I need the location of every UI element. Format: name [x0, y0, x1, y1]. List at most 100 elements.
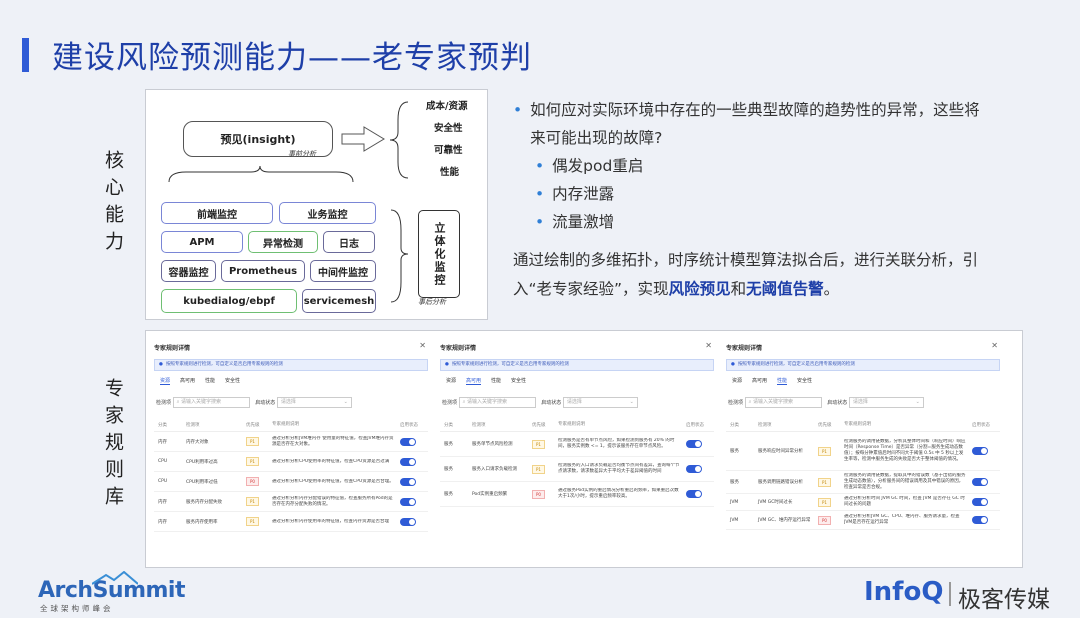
col-header: 优先级 [246, 423, 260, 428]
bullet-sub-text: 流量激增 [552, 213, 615, 231]
table-row: JVM JVM GC时间过长 P1 通过分析分析时间 JVM GC 时间，检查 JVM… [726, 494, 1000, 511]
info-icon: ● [731, 362, 735, 367]
status-label: 启动状态 [541, 400, 562, 406]
box-label: 容器监控 [168, 267, 209, 279]
highlight-threshold-free-alert: 无阈值告警 [746, 280, 824, 298]
search-placeholder: 请输入关键字搜索 [753, 399, 794, 405]
core-capability-label: 核心能力 [100, 150, 124, 258]
search-placeholder: 请输入关键字搜索 [181, 399, 222, 405]
tab-item[interactable]: 安全性 [511, 377, 526, 384]
search-input[interactable]: ⌕ 请输入关键字搜索 [744, 397, 822, 408]
box-label: 中间件监控 [318, 267, 368, 279]
bullet-sub-1: • 偶发pod重启 [513, 152, 993, 180]
col-header: 专家规则说明 [558, 422, 585, 427]
box-label: 前端监控 [197, 209, 237, 221]
search-input[interactable]: ⌕ 请输入关键字搜索 [172, 397, 250, 408]
rules-panel: 专家规则详情 ✕ ● 按照专家规则进行检测，可自定义是否启用专家规则的检测资源 高可用 性… [722, 337, 1004, 561]
status-select[interactable]: 请选择 ⌄ [562, 397, 638, 408]
box-label: servicemesh [303, 295, 375, 307]
search-input[interactable]: ⌕ 请输入关键字搜索 [458, 397, 536, 408]
col-header: 启用状态 [686, 423, 704, 428]
enable-toggle[interactable] [972, 478, 988, 486]
close-icon[interactable]: ✕ [419, 341, 426, 350]
enable-toggle[interactable] [972, 447, 988, 455]
anomaly-detection-box: 异常检测 [248, 231, 318, 253]
enable-toggle[interactable] [686, 440, 702, 448]
enable-toggle[interactable] [400, 457, 416, 466]
panel-title: 专家规则详情 [726, 345, 763, 352]
tab-item[interactable]: 高可用 [466, 377, 482, 385]
bullet-sub-text: 偶发pod重启 [552, 157, 644, 175]
page-title: 建设风险预测能力——老专家预判 [52, 40, 532, 76]
filter-row: 检测项 ⌕ 请输入关键字搜索 启动状态 请选择 ⌄ [728, 397, 998, 408]
info-text: 按照专家规则进行检测，可自定义是否启用专家规则的检测 [737, 362, 855, 367]
tab-item[interactable]: 高可用 [180, 377, 195, 384]
archsummit-subtitle: 全球架构师峰会 [40, 604, 114, 613]
enable-toggle[interactable] [400, 497, 416, 506]
close-icon[interactable]: ✕ [991, 341, 998, 350]
tab-item[interactable]: 性能 [491, 377, 501, 384]
cell-item: 服务单节点风险检测 [472, 442, 513, 447]
priority-badge: P1 [818, 477, 831, 487]
filter-row: 检测项 ⌕ 请输入关键字搜索 启动状态 请选择 ⌄ [156, 397, 426, 408]
bullet-main: • 如何应对实际环境中存在的一些典型故障的趋势性的异常，这些将来可能出现的故障? [513, 96, 993, 152]
bullet-sub-2: • 内存泄露 [513, 180, 993, 208]
enable-toggle[interactable] [400, 437, 416, 446]
tab-item[interactable]: 性能 [205, 377, 215, 384]
priority-badge: P1 [532, 439, 545, 449]
tab-bar: 资源 高可用 性能 安全性 [160, 377, 250, 385]
log-box: 日志 [323, 231, 375, 253]
cell-description: 通过分析分析内存使用率的特征值，检查内存资源是否合理 [272, 518, 389, 524]
cell-category: 服务 [444, 442, 453, 447]
enable-toggle[interactable] [400, 517, 416, 526]
tab-item[interactable]: 资源 [160, 377, 171, 385]
status-select[interactable]: 请选择 ⌄ [276, 397, 352, 408]
cell-item: 服务入口请求负载检测 [472, 467, 517, 472]
enable-toggle[interactable] [972, 498, 988, 506]
expert-rules-screenshots: 专家规则详情 ✕ ● 按照专家规则进行检测，可自定义是否启用专家规则的检测 资源 高可用性… [145, 330, 1023, 568]
logo-divider [949, 582, 951, 606]
info-text: 按照专家规则进行检测，可自定义是否启用专家规则的检测 [451, 362, 569, 367]
col-header: 启用状态 [972, 423, 990, 428]
rules-panel: 专家规则详情 ✕ ● 按照专家规则进行检测，可自定义是否启用专家规则的检测 资源 高可用 性… [436, 337, 718, 561]
enable-toggle[interactable] [972, 516, 988, 524]
tab-item[interactable]: 资源 [446, 377, 456, 384]
priority-badge: P1 [246, 497, 259, 506]
tab-item[interactable]: 高可用 [752, 377, 767, 384]
enable-toggle[interactable] [686, 465, 702, 473]
enable-toggle[interactable] [400, 477, 416, 486]
paragraph-and: 和 [730, 280, 747, 298]
tab-item[interactable]: 性能 [777, 377, 788, 385]
archsummit-mountain-icon [92, 571, 138, 585]
tab-bar: 资源 高可用 性能 安全性 [732, 377, 822, 385]
post-analysis-label: 事后分析 [418, 298, 446, 306]
tab-item[interactable]: 安全性 [797, 377, 812, 384]
status-select[interactable]: 请选择 ⌄ [848, 397, 924, 408]
cell-description: 检测服务的调用链数据，提取其中的错误数（基于出错的服务生成动态数值），分析服务间… [844, 473, 966, 490]
cell-description: 通过分析分析内存分配错误的特征值，检查服务所有Pod的是否存在内存分配失败的情况… [272, 495, 393, 507]
cell-item: 服务内存使用率 [186, 519, 218, 525]
cell-category: JVM [730, 499, 739, 505]
bullet-dot-icon: • [513, 101, 523, 119]
box-label: 日志 [339, 238, 359, 250]
rules-table: 分类 检测项 优先级 专家规则说明 启用状态 内存 内存大对象 P1 通过分析分析JVM堆内存 … [154, 419, 428, 532]
category-security: 安全性 [434, 123, 463, 134]
cell-category: 内存 [158, 499, 167, 505]
tab-item[interactable]: 资源 [732, 377, 742, 384]
enable-toggle[interactable] [686, 490, 702, 498]
cell-category: CPU [158, 459, 168, 464]
cell-item: 服务响应时间异常分析 [758, 449, 803, 454]
bullet-dot-icon: • [535, 185, 545, 203]
cell-category: 服务 [444, 492, 453, 497]
close-icon[interactable]: ✕ [705, 341, 712, 350]
cell-category: 服务 [730, 449, 739, 454]
filter-label: 检测项 [728, 400, 744, 406]
cell-item: 内存大对象 [186, 439, 209, 445]
filter-label: 检测项 [156, 400, 172, 406]
bullet-dot-icon: • [535, 157, 545, 175]
cell-item: 服务内存分配失败 [186, 499, 222, 505]
status-placeholder: 请选择 [852, 399, 868, 405]
status-label: 启动状态 [255, 400, 276, 406]
priority-badge: P1 [818, 446, 831, 456]
tab-item[interactable]: 安全性 [225, 377, 240, 384]
